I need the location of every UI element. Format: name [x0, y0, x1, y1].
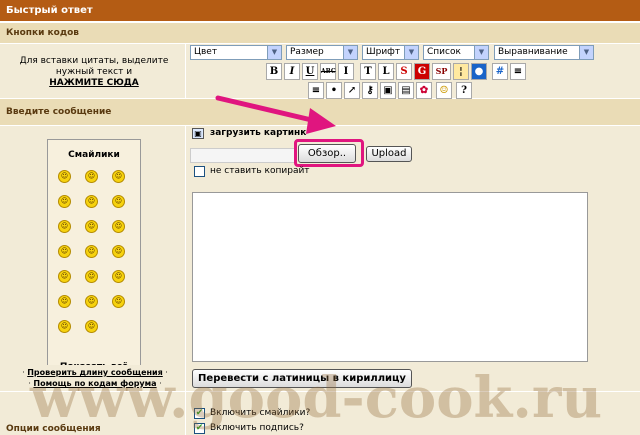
italic-button[interactable]: I [284, 63, 300, 80]
smiley-icon[interactable]: ☺ [112, 270, 125, 283]
chevron-down-icon: ▼ [343, 46, 357, 59]
smiley-icon[interactable]: ☺ [85, 170, 98, 183]
smiley-icon[interactable]: ☺ [112, 195, 125, 208]
no-copyright-checkbox[interactable] [194, 166, 205, 177]
smilies-panel: Смайлики ☺☺☺☺☺☺☺☺☺☺☺☺☺☺☺☺☺☺☺☺ Показать в… [47, 139, 141, 386]
picture-icon[interactable]: ▤ [398, 82, 414, 99]
translit-button[interactable]: Перевести с латиницы в кириллицу [192, 369, 412, 388]
smiley-icon[interactable]: ☺ [85, 320, 98, 333]
enable-smilies-checkbox[interactable]: ✔ [194, 408, 205, 419]
smiley-icon[interactable]: ☺ [58, 270, 71, 283]
links-cell: · Проверить длину сообщения · · Помощь п… [0, 365, 185, 390]
font-select[interactable]: Шрифт ▼ [362, 45, 419, 60]
forum-help-link[interactable]: Помощь по кодам форума [33, 379, 156, 388]
bold-button[interactable]: B [266, 63, 282, 80]
color-select[interactable]: Цвет ▼ [190, 45, 282, 60]
image-upload-icon: ▣ [192, 128, 204, 139]
message-cell: ▣ загрузить картинк Обзор.. Upload не ст… [186, 126, 640, 391]
smiley-icon[interactable]: ☺ [112, 295, 125, 308]
sup-button[interactable]: L [378, 63, 394, 80]
video-button[interactable]: ● [471, 63, 487, 80]
quote-link[interactable]: НАЖМИТЕ СЮДА [49, 78, 139, 88]
smiley-icon[interactable]: ☺ [85, 295, 98, 308]
upload-button[interactable]: Upload [366, 146, 412, 162]
cursor-button[interactable]: I [338, 63, 354, 80]
message-textarea[interactable] [192, 192, 588, 362]
no-copyright-label: не ставить копирайт [210, 166, 310, 176]
file-path-input[interactable] [190, 148, 296, 163]
sp-button[interactable]: SP [432, 63, 451, 80]
enable-signature-label: Включить подпись? [210, 423, 304, 433]
smilies-title: Смайлики [68, 150, 120, 160]
form-title: Быстрый ответ [0, 0, 640, 22]
spoiler-button[interactable]: S [396, 63, 412, 80]
smiley-icon[interactable]: ☺ [58, 195, 71, 208]
smiley-icon[interactable]: ☺ [112, 220, 125, 233]
align-select[interactable]: Выравнивание ▼ [494, 45, 594, 60]
options-cell: Опции сообщения [0, 392, 185, 435]
smiley-icon[interactable]: ☺ [58, 220, 71, 233]
smiley-icon[interactable]: ☺ [58, 295, 71, 308]
code-hint-cell: Для вставки цитаты, выделите нужный текс… [0, 44, 185, 98]
enable-smilies-label: Включить смайлики? [210, 408, 311, 418]
comment-button[interactable]: ≡ [510, 63, 526, 80]
flower-icon[interactable]: ✿ [416, 82, 432, 99]
smiley-icon[interactable]: ☺ [112, 245, 125, 258]
image-icon[interactable]: ▣ [380, 82, 396, 99]
smiley-icon[interactable]: ☺ [58, 170, 71, 183]
google-button[interactable]: G [414, 63, 430, 80]
enable-signature-checkbox[interactable]: ✔ [194, 423, 205, 434]
smiley-icon[interactable]: ☺ [58, 320, 71, 333]
smiley-icon[interactable]: ☺ [85, 270, 98, 283]
smiley-icon[interactable]: ☺ [85, 195, 98, 208]
check-length-link[interactable]: Проверить длину сообщения [27, 368, 163, 377]
list-select[interactable]: Список ▼ [423, 45, 489, 60]
strike-button[interactable]: ABC [320, 63, 336, 80]
code-buttons-heading: Кнопки кодов [0, 23, 640, 43]
sub-button[interactable]: T [360, 63, 376, 80]
chevron-down-icon: ▼ [267, 46, 281, 59]
smiley-icon[interactable]: ☺ [85, 245, 98, 258]
smiley-icon[interactable]: ☺ [85, 220, 98, 233]
smile-icon[interactable]: ☺ [436, 82, 452, 99]
key-icon[interactable]: ⚷ [362, 82, 378, 99]
separator-button[interactable]: ¦ [453, 63, 469, 80]
chevron-down-icon: ▼ [474, 46, 488, 59]
smiley-icon[interactable]: ☺ [58, 245, 71, 258]
annotation-arrow [215, 95, 336, 134]
chevron-down-icon: ▼ [579, 46, 593, 59]
smilies-cell: Смайлики ☺☺☺☺☺☺☺☺☺☺☺☺☺☺☺☺☺☺☺☺ Показать в… [0, 126, 185, 391]
options-right: ✔ Включить смайлики? ✔ Включить подпись? [186, 392, 640, 435]
hash-button[interactable]: # [492, 63, 508, 80]
size-select[interactable]: Размер ▼ [286, 45, 358, 60]
underline-button[interactable]: U [302, 63, 318, 80]
help-icon[interactable]: ? [456, 82, 472, 99]
chevron-down-icon: ▼ [404, 46, 418, 59]
smiley-icon[interactable]: ☺ [112, 170, 125, 183]
options-heading: Опции сообщения [6, 424, 101, 434]
quote-hint: Для вставки цитаты, выделите нужный текс… [19, 56, 169, 77]
